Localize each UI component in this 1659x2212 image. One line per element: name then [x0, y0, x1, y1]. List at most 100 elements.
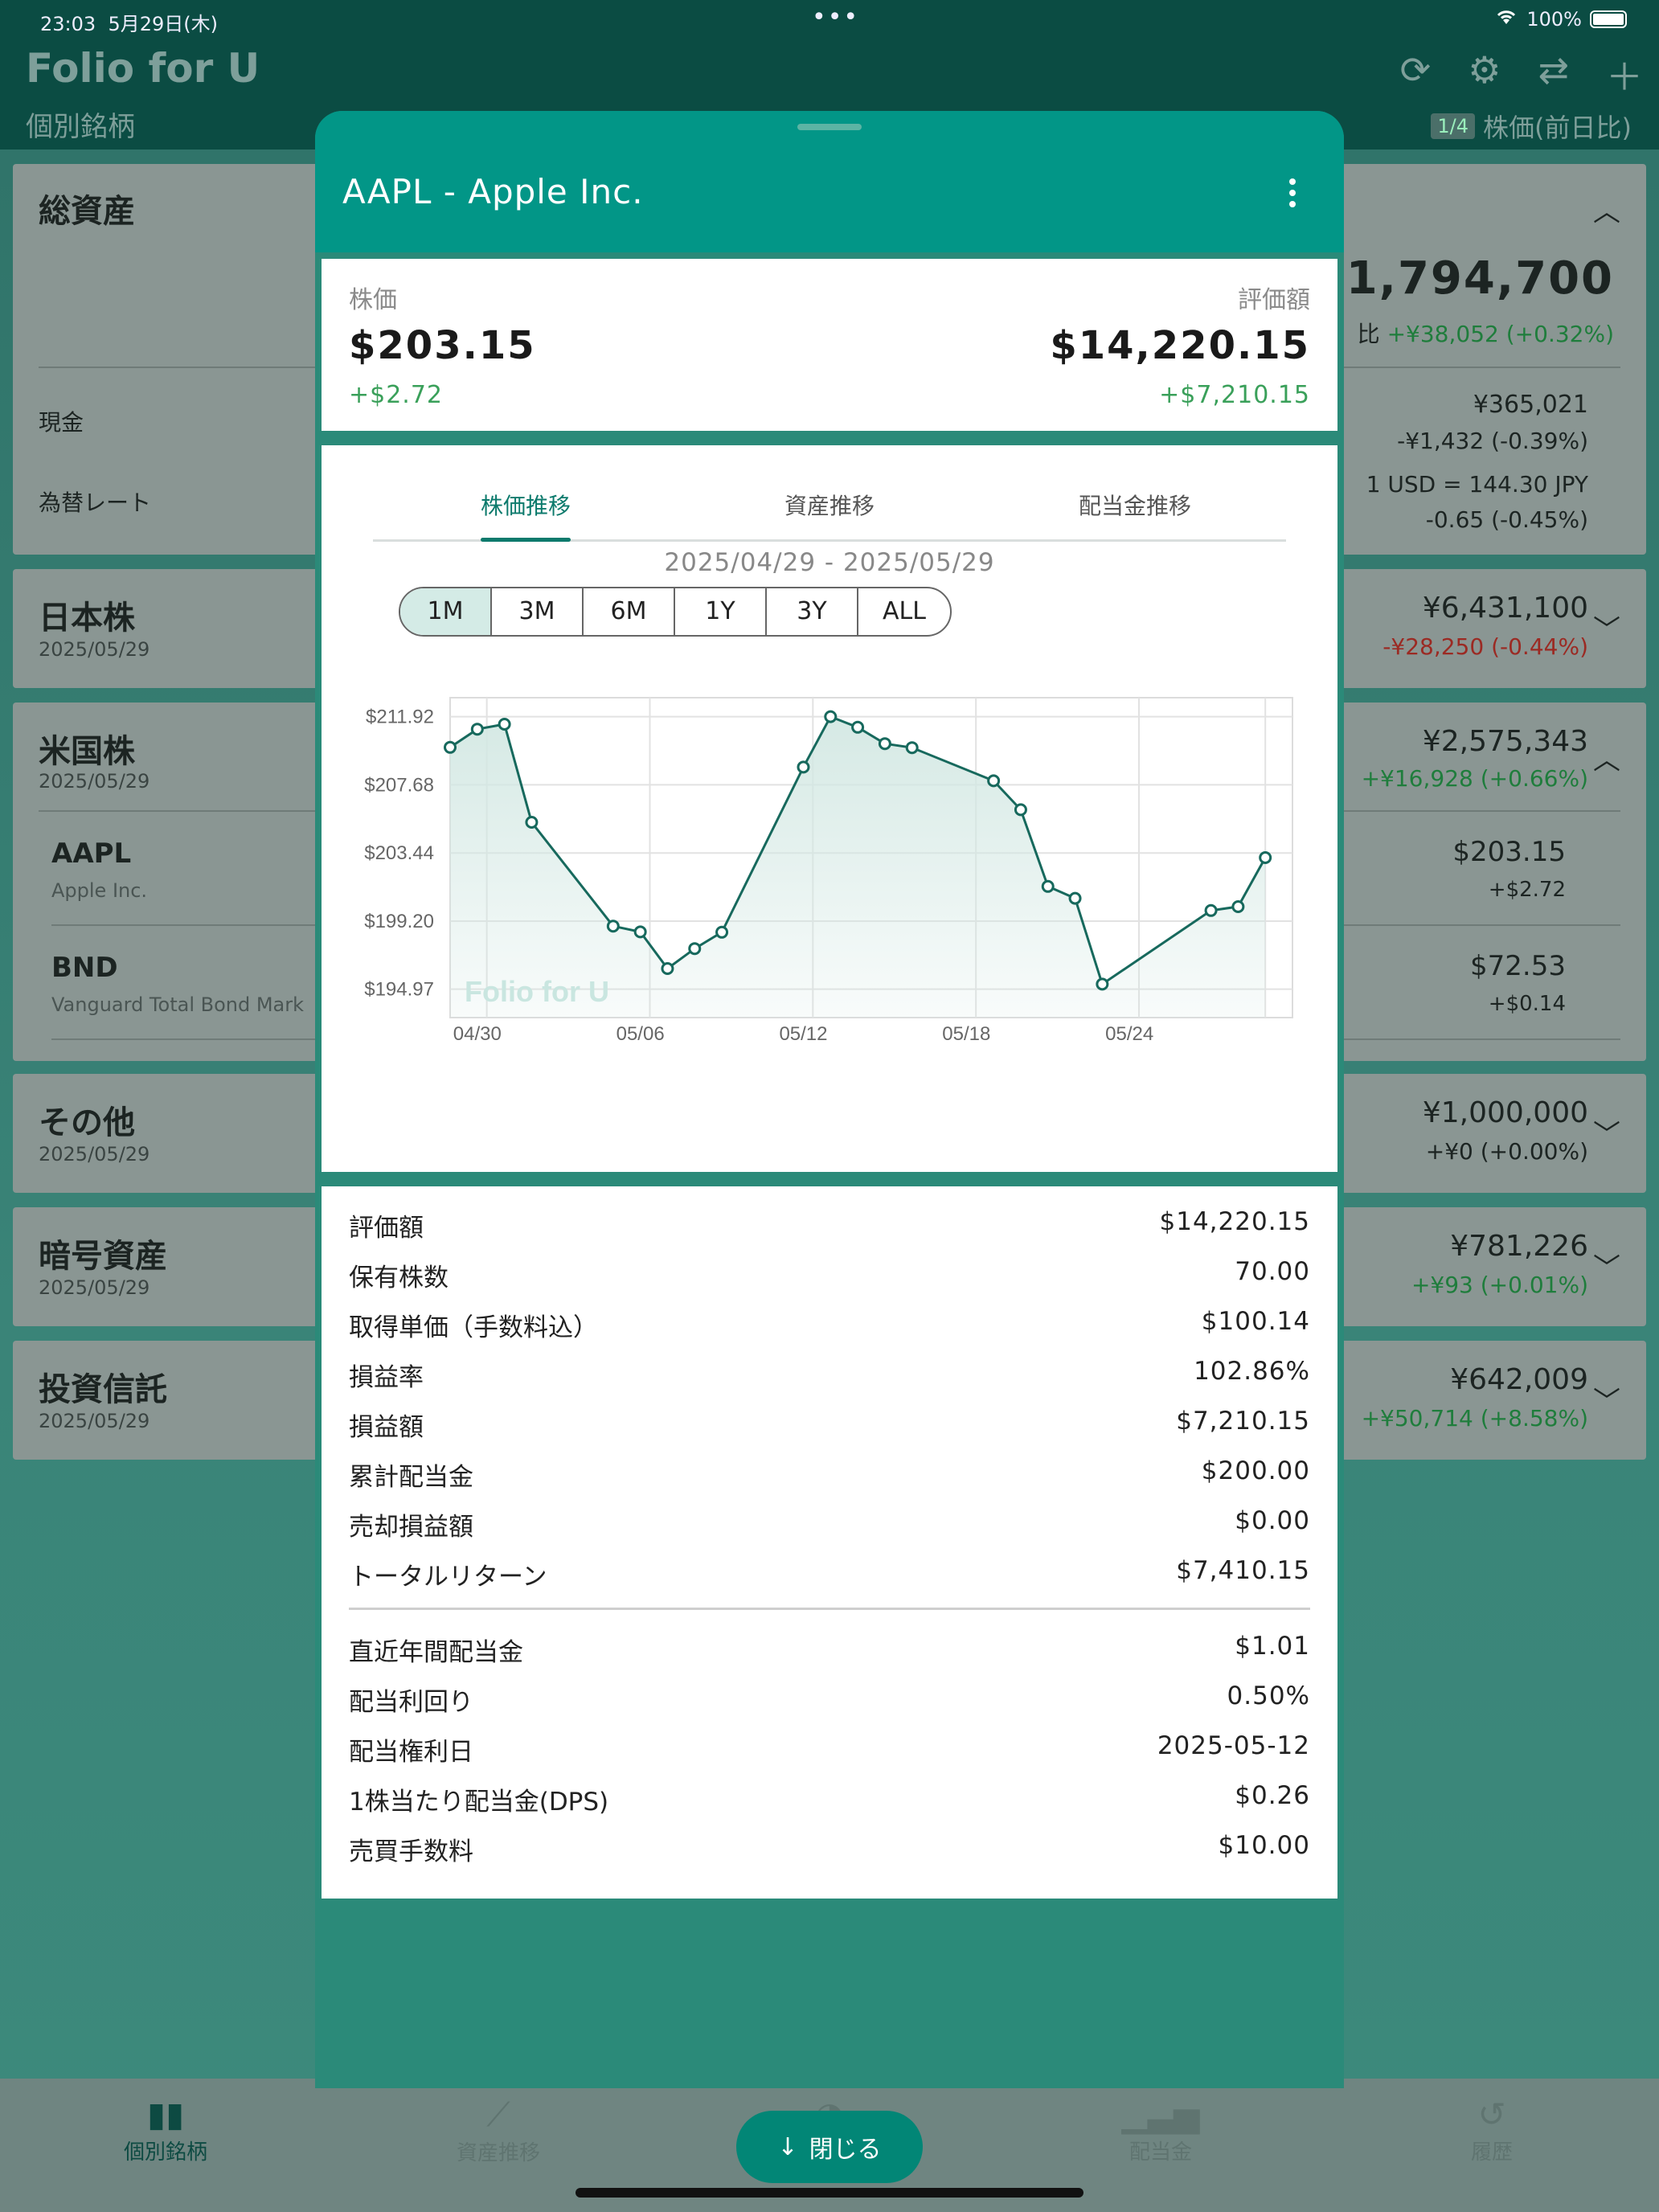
- detail-value: $0.00: [1235, 1506, 1310, 1535]
- arrow-down-icon: ↓: [777, 2132, 798, 2161]
- stock-price: $72.53: [1470, 950, 1566, 982]
- tab-history[interactable]: ↺ 履歴: [1395, 2095, 1588, 2165]
- sheet-header: AAPL - Apple Inc.: [315, 111, 1344, 252]
- valuation-label: 評価額: [1238, 286, 1310, 314]
- chevron-down-icon[interactable]: ﹀: [1593, 1112, 1620, 1152]
- close-button[interactable]: ↓ 閉じる: [736, 2111, 923, 2183]
- refresh-icon[interactable]: ⟳: [1400, 48, 1432, 101]
- y-tick-label: $199.20: [364, 911, 434, 932]
- detail-value: $7,410.15: [1176, 1556, 1310, 1585]
- investment-trusts-value: ¥642,009: [1450, 1363, 1588, 1396]
- period-1y[interactable]: 1Y: [675, 588, 767, 635]
- period-3m[interactable]: 3M: [492, 588, 584, 635]
- period-3y[interactable]: 3Y: [767, 588, 858, 635]
- chevron-down-icon[interactable]: ﹀: [1593, 1246, 1620, 1285]
- detail-value: $7,210.15: [1176, 1407, 1310, 1436]
- currency-sync-icon[interactable]: ⇄: [1538, 48, 1569, 101]
- data-point: [1041, 879, 1055, 893]
- detail-value: $14,220.15: [1159, 1207, 1310, 1236]
- data-point: [525, 816, 539, 829]
- chevron-up-icon[interactable]: ︿: [1593, 190, 1620, 229]
- chevron-down-icon[interactable]: ﹀: [1593, 1379, 1620, 1419]
- data-point: [715, 925, 729, 939]
- dividend-row: 1株当たり配当金(DPS) $0.26: [349, 1773, 1310, 1823]
- chevron-down-icon[interactable]: ﹀: [1593, 608, 1620, 647]
- ticker: BND: [51, 952, 118, 984]
- tab-price-history[interactable]: 株価推移: [481, 489, 571, 521]
- other-assets-date: 2025/05/29: [39, 1143, 150, 1165]
- y-tick-label: $207.68: [364, 774, 434, 796]
- screen-subtitle: 個別銘柄: [26, 111, 135, 143]
- us-stocks-value: ¥2,575,343: [1422, 725, 1588, 758]
- price-change: +$2.72: [349, 381, 444, 409]
- stock-change: +$0.14: [1488, 992, 1566, 1016]
- us-stocks-date: 2025/05/29: [39, 770, 150, 793]
- period-6m[interactable]: 6M: [584, 588, 675, 635]
- detail-label: 累計配当金: [349, 1463, 473, 1492]
- cash-label: 現金: [39, 409, 84, 436]
- chevron-up-icon[interactable]: ︿: [1593, 738, 1620, 777]
- data-point: [606, 920, 620, 933]
- valuation-change: +$7,210.15: [1159, 381, 1310, 409]
- data-point: [1204, 903, 1218, 917]
- data-point: [1096, 977, 1109, 991]
- plus-icon[interactable]: ＋: [1606, 48, 1643, 101]
- app-bar-actions: ⟳ ⚙ ⇄ ＋: [1400, 48, 1643, 101]
- page-indicator: 1/4: [1431, 113, 1476, 139]
- y-tick-label: $211.92: [366, 707, 434, 728]
- x-tick-label: 05/12: [779, 1023, 827, 1045]
- investment-trusts-change: +¥50,714 (+8.58%): [1361, 1405, 1588, 1432]
- detail-label: 売却損益額: [349, 1513, 473, 1542]
- data-point: [444, 740, 457, 754]
- data-point: [633, 925, 647, 939]
- y-tick-label: $194.97: [364, 979, 434, 1001]
- detail-row: 売却損益額 $0.00: [349, 1498, 1310, 1548]
- crypto-assets-title: 暗号資産: [39, 1238, 167, 1275]
- multitask-dots-icon[interactable]: •••: [812, 3, 859, 31]
- data-point: [824, 710, 838, 723]
- detail-label: 損益額: [349, 1413, 424, 1442]
- sheet-title: AAPL - Apple Inc.: [342, 172, 644, 211]
- dividend-value: $10.00: [1218, 1831, 1310, 1860]
- other-assets-title: その他: [39, 1104, 135, 1141]
- divider: [349, 1608, 1310, 1610]
- more-vert-icon[interactable]: [1289, 178, 1296, 212]
- data-point: [878, 737, 891, 751]
- candlestick-icon: ▮▮: [146, 2095, 185, 2134]
- details-panel: 評価額 $14,220.15 保有株数 70.00 取得単価（手数料込） $100.14 損…: [322, 1186, 1337, 1899]
- price-chart[interactable]: $194.97 $199.20 $203.44 $207.68 $211.92 04/30…: [322, 646, 1337, 1129]
- period-1m[interactable]: 1M: [400, 588, 492, 635]
- company-name: Apple Inc.: [51, 879, 148, 902]
- data-point: [905, 741, 919, 755]
- gear-icon[interactable]: ⚙: [1468, 48, 1501, 101]
- detail-value: $100.14: [1201, 1307, 1310, 1336]
- status-time: 23:03 5月29日(木): [40, 13, 218, 35]
- dividend-row: 売買手数料 $10.00: [349, 1823, 1310, 1873]
- japan-stocks-date: 2025/05/29: [39, 638, 150, 661]
- detail-label: 評価額: [349, 1214, 424, 1243]
- investment-trusts-title: 投資信託: [39, 1371, 167, 1408]
- japan-stocks-value: ¥6,431,100: [1422, 592, 1588, 625]
- dividend-label: 直近年間配当金: [349, 1638, 523, 1667]
- tab-dividends[interactable]: ▁▃▅ 配当金: [1064, 2095, 1257, 2165]
- period-selector: 1M 3M 6M 1Y 3Y ALL: [399, 587, 952, 637]
- battery-percent: 100%: [1526, 8, 1582, 31]
- us-stocks-title: 米国株: [39, 733, 135, 770]
- tab-asset-history[interactable]: 資産推移: [784, 489, 875, 521]
- detail-row: 取得単価（手数料込） $100.14: [349, 1299, 1310, 1349]
- dividend-value: $0.26: [1235, 1781, 1310, 1810]
- chart-tabs: 株価推移 資産推移 配当金推移: [373, 469, 1286, 542]
- tab-asset-history[interactable]: ⟋ 資産推移: [402, 2095, 595, 2166]
- sort-indicator[interactable]: 1/4 株価(前日比): [1431, 108, 1632, 145]
- period-all[interactable]: ALL: [858, 588, 950, 635]
- tab-dividend-history[interactable]: 配当金推移: [1079, 489, 1191, 521]
- detail-label: 損益率: [349, 1363, 424, 1392]
- date-range: 2025/04/29 - 2025/05/29: [664, 548, 995, 577]
- tab-stocks[interactable]: ▮▮ 個別銘柄: [69, 2095, 262, 2165]
- battery-icon: [1590, 10, 1627, 28]
- drag-handle[interactable]: [797, 124, 862, 130]
- other-assets-change: +¥0 (+0.00%): [1425, 1138, 1588, 1165]
- japan-stocks-change: -¥28,250 (-0.44%): [1382, 633, 1588, 660]
- status-right: 100%: [1494, 8, 1627, 31]
- data-point: [1014, 803, 1027, 817]
